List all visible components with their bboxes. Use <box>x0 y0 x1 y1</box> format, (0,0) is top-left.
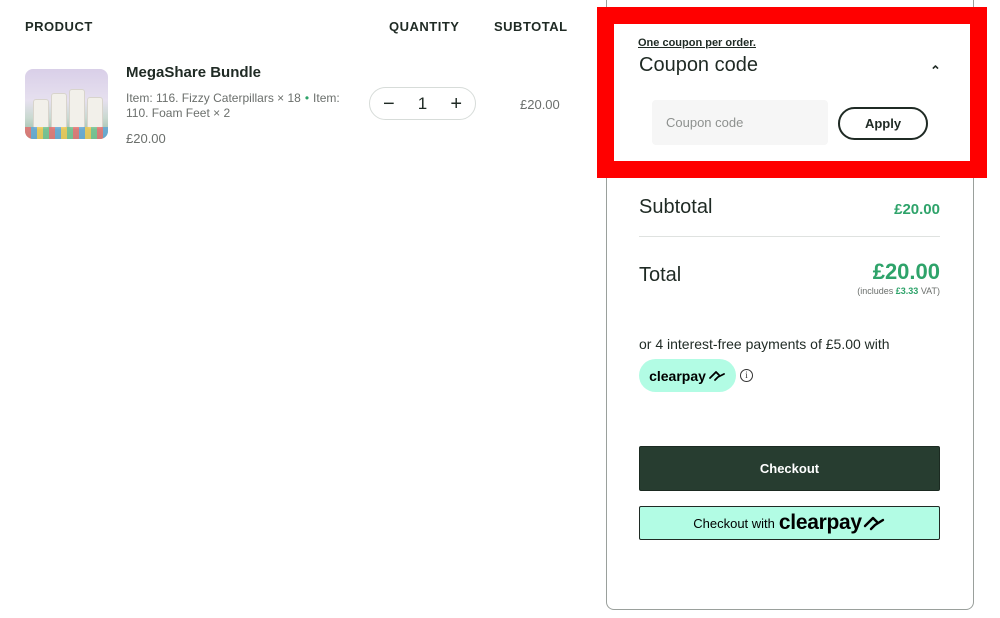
vat-amount: £3.33 <box>895 286 919 296</box>
summary-divider <box>639 236 940 237</box>
checkout-button[interactable]: Checkout <box>639 446 940 491</box>
subtotal-label: Subtotal <box>639 196 713 218</box>
column-header-subtotal: SUBTOTAL <box>494 19 568 34</box>
coupon-title[interactable]: Coupon code <box>639 54 758 77</box>
installment-text: or 4 interest-free payments of £5.00 wit… <box>639 336 890 352</box>
option-separator: • <box>304 91 310 105</box>
quantity-value[interactable]: 1 <box>418 94 427 114</box>
vat-suffix: VAT) <box>920 286 940 296</box>
clearpay-arrows-icon <box>709 370 725 381</box>
clearpay-checkout-prefix: Checkout with <box>693 515 775 531</box>
clearpay-checkout-brand: clearpay <box>778 511 862 534</box>
product-unit-price: £20.00 <box>126 131 166 146</box>
apply-coupon-button[interactable]: Apply <box>838 107 928 140</box>
clearpay-checkout-button[interactable]: Checkout with clearpay <box>639 506 940 540</box>
info-icon[interactable]: i <box>740 369 753 382</box>
decrease-quantity-button[interactable]: − <box>383 94 395 114</box>
coupon-note-link[interactable]: One coupon per order. <box>638 37 756 49</box>
increase-quantity-button[interactable]: + <box>450 94 462 114</box>
coupon-input[interactable] <box>652 100 828 145</box>
column-header-quantity: QUANTITY <box>389 19 460 34</box>
vat-prefix: (includes <box>857 286 894 296</box>
subtotal-value: £20.00 <box>894 201 940 218</box>
product-option-1: Item: 116. Fizzy Caterpillars × 18 <box>126 91 301 105</box>
clearpay-logo: clearpay <box>639 359 736 392</box>
clearpay-arrows-icon <box>863 516 884 531</box>
quantity-stepper: − 1 + <box>369 87 476 120</box>
total-value: £20.00 <box>872 259 940 284</box>
clearpay-badge-label: clearpay <box>649 367 706 384</box>
vat-note: (includes £3.33 VAT) <box>857 286 940 296</box>
chevron-up-icon[interactable]: ⌃ <box>930 63 941 79</box>
column-header-product: PRODUCT <box>25 19 93 34</box>
product-thumbnail[interactable] <box>25 69 108 139</box>
line-subtotal: £20.00 <box>520 97 560 112</box>
product-options: Item: 116. Fizzy Caterpillars × 18 • Item:… <box>126 91 356 121</box>
total-label: Total <box>639 264 682 286</box>
coupon-highlight-frame <box>597 7 987 178</box>
product-name[interactable]: MegaShare Bundle <box>126 64 261 81</box>
